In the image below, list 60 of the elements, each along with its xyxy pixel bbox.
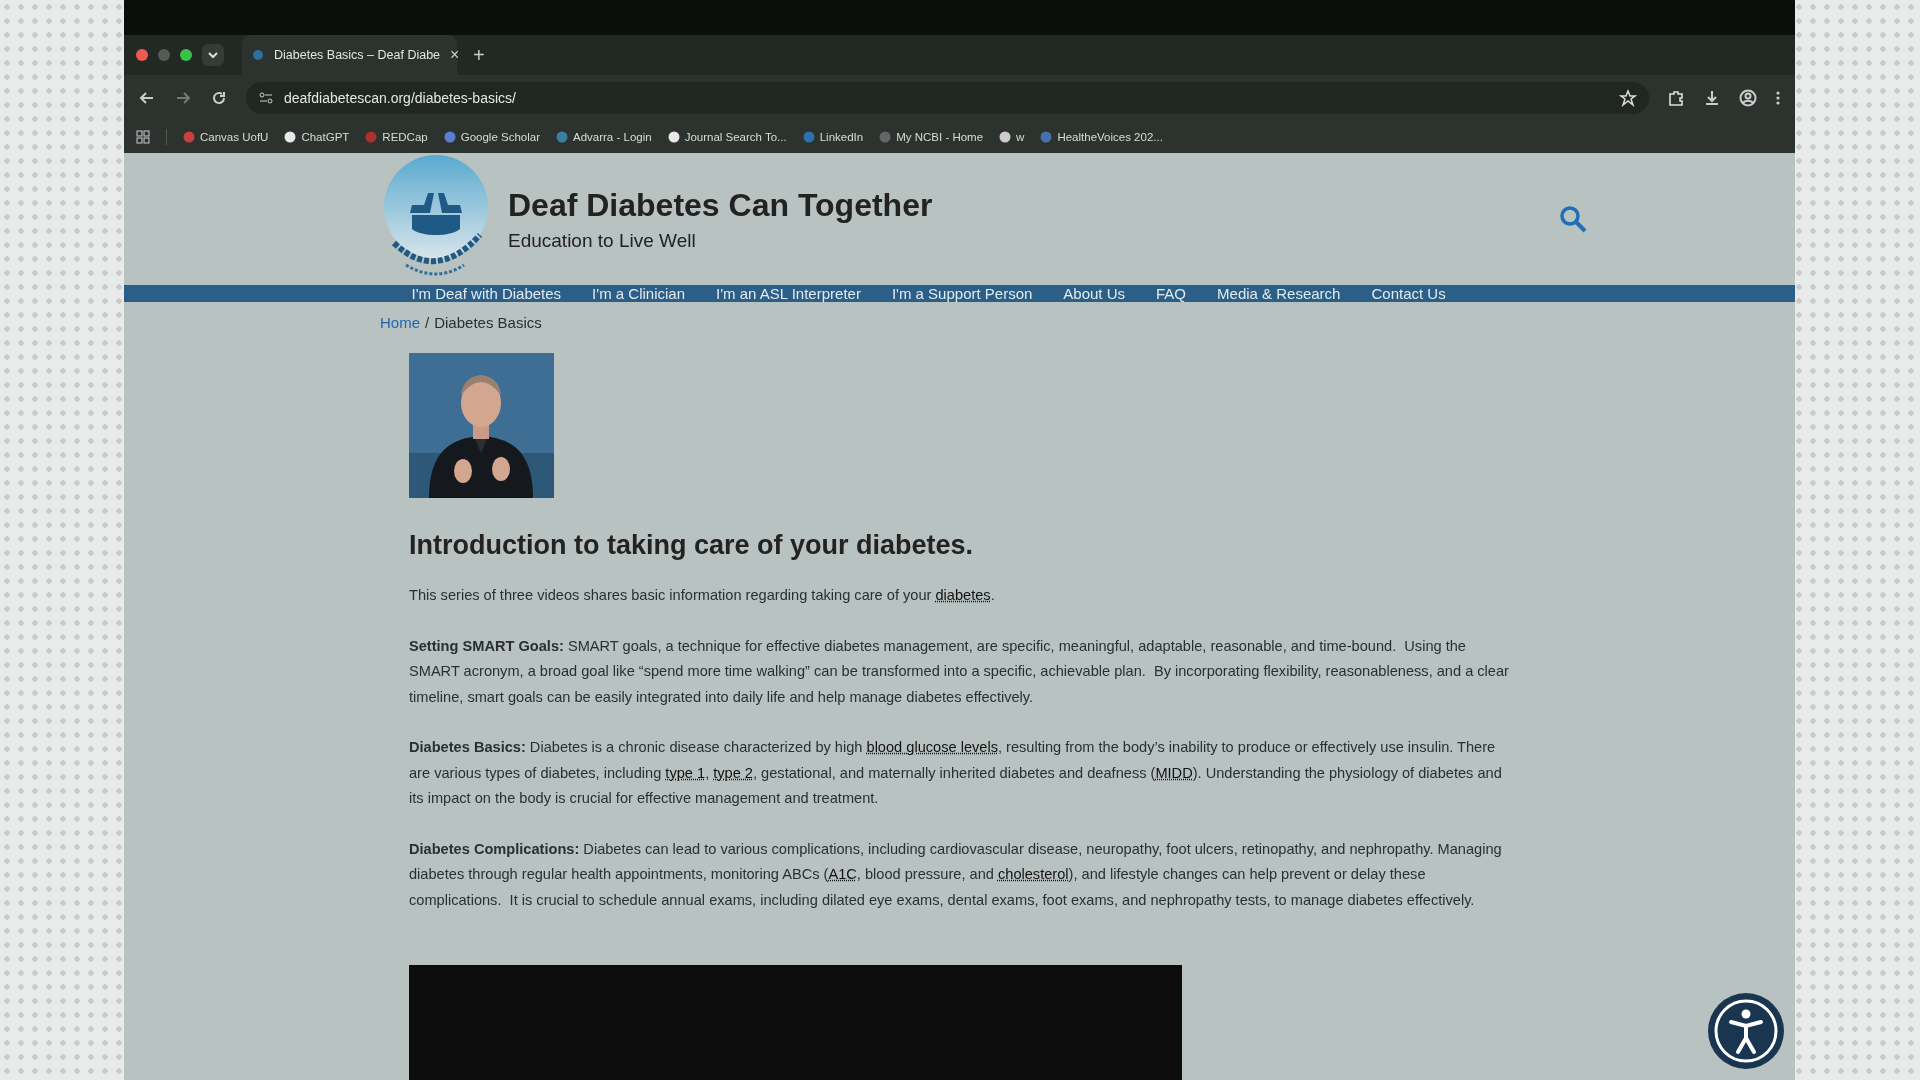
tab-list-icon[interactable]	[202, 44, 224, 66]
close-tab-button[interactable]: ×	[450, 46, 460, 64]
text-link[interactable]: type 2	[713, 764, 753, 781]
text-link[interactable]: A1C	[828, 866, 857, 882]
paragraph: This series of three videos shares basic information regarding taking care of your diabetes.	[409, 586, 996, 605]
site-settings-icon[interactable]	[258, 89, 274, 106]
site-icon	[365, 130, 378, 143]
breadcrumb-separator: /	[425, 314, 430, 331]
paragraph: Setting SMART Goals: SMART goals, a technique for effective diabetes management, are specific, meaningful, adaptable, reasonable, and time-bound. Using the SMART acronym, a broad goal like “spend more time walking” can be transformed into a specific, achievable plan. By incorporating flexibility, reasonableness, and a clear timeline, smart goals can be easily integrated into daily life and help manage diabetes effectively.	[409, 636, 1509, 707]
new-tab-button[interactable]: +	[467, 42, 491, 68]
window-control[interactable]	[136, 49, 148, 61]
site-icon	[999, 130, 1012, 143]
bookmark[interactable]: LinkedIn	[802, 130, 864, 143]
site-icon	[879, 130, 892, 143]
tab-title: Diabetes Basics – Deaf Diabe	[274, 48, 441, 62]
site-icon	[443, 130, 456, 143]
apps-icon[interactable]	[136, 129, 150, 144]
site-icon	[183, 130, 195, 143]
profile-icon[interactable]	[1739, 88, 1757, 107]
nav-link[interactable]: Media & Research	[1201, 285, 1356, 302]
paragraph: Diabetes Basics: Diabetes is a chronic disease characterized by high blood glucose levels, resulting from the body’s inability to produce or effectively use insulin. There are various types of diabetes, including type 1, type 2, gestational, and maternally inherited diabetes and deafness (MIDD). Understanding the physiology of diabetes and its impact on the body is crucial for effective management and treatment.	[409, 738, 1503, 808]
download-icon[interactable]	[1703, 88, 1721, 107]
page-heading: Introduction to taking care of your diabetes.	[409, 530, 975, 561]
bookmark[interactable]: Journal Search To...	[667, 130, 787, 143]
address-bar[interactable]: deafdiabetescan.org/diabetes-basics/	[246, 81, 1649, 114]
site-title[interactable]: Deaf Diabetes Can Together	[508, 186, 933, 224]
paragraph: Diabetes Complications: Diabetes can lead to various complications, including cardiovascular disease, neuropathy, foot ulcers, retinopathy, and nephropathy. Managing diabetes through regular health appointments, monitoring ABCs (A1C, blood pressure, and cholesterol), and lifestyle changes can help prevent or delay these complications. It is crucial to schedule annual exams, including dilated eye exams, dental exams, foot exams, and nephropathy tests, to manage diabetes effectively.	[409, 839, 1503, 910]
text-link[interactable]: MIDD	[1155, 764, 1193, 781]
bookmark[interactable]: w	[999, 130, 1025, 143]
puzzle-icon[interactable]	[1667, 88, 1685, 107]
breadcrumb-current: Diabetes Basics	[434, 314, 542, 331]
bookmark[interactable]: Google Scholar	[443, 130, 540, 143]
site-icon	[667, 130, 680, 143]
nav-link[interactable]: I'm a Support Person	[876, 285, 1048, 302]
site-icon	[802, 130, 815, 143]
site-tagline: Education to Live Well	[508, 229, 697, 252]
site-icon	[252, 49, 264, 61]
bookmark[interactable]: Advarra - Login	[556, 130, 652, 143]
browser-tab[interactable]: Diabetes Basics – Deaf Diabe ×	[242, 35, 457, 75]
window-control[interactable]	[180, 49, 192, 61]
bookmark[interactable]: Canvas UofU	[183, 130, 269, 143]
bookmark[interactable]: HealtheVoices 202...	[1040, 130, 1163, 143]
bookmark[interactable]: My NCBI - Home	[879, 130, 984, 143]
search-icon[interactable]	[1559, 205, 1587, 233]
bookmark[interactable]: ChatGPT	[284, 130, 350, 143]
nav-link[interactable]: I'm an ASL Interpreter	[700, 285, 877, 302]
nav-link[interactable]: I'm a Clinician	[576, 285, 701, 302]
site-icon	[1040, 130, 1053, 143]
nav-link[interactable]: FAQ	[1140, 285, 1202, 302]
nav-link[interactable]: Contact Us	[1355, 285, 1462, 302]
site-icon	[556, 130, 568, 143]
bookmark[interactable]: REDCap	[365, 130, 428, 143]
site-icon	[284, 130, 297, 143]
accessibility-button[interactable]	[1707, 992, 1785, 1070]
text-link[interactable]: cholesterol	[998, 866, 1069, 882]
star-icon[interactable]	[1619, 88, 1637, 107]
text-link[interactable]: blood glucose levels	[866, 739, 998, 755]
text-link[interactable]: diabetes	[935, 587, 991, 603]
nav-link[interactable]: About Us	[1047, 285, 1141, 302]
nav-link[interactable]: I'm Deaf with Diabetes	[396, 285, 577, 302]
